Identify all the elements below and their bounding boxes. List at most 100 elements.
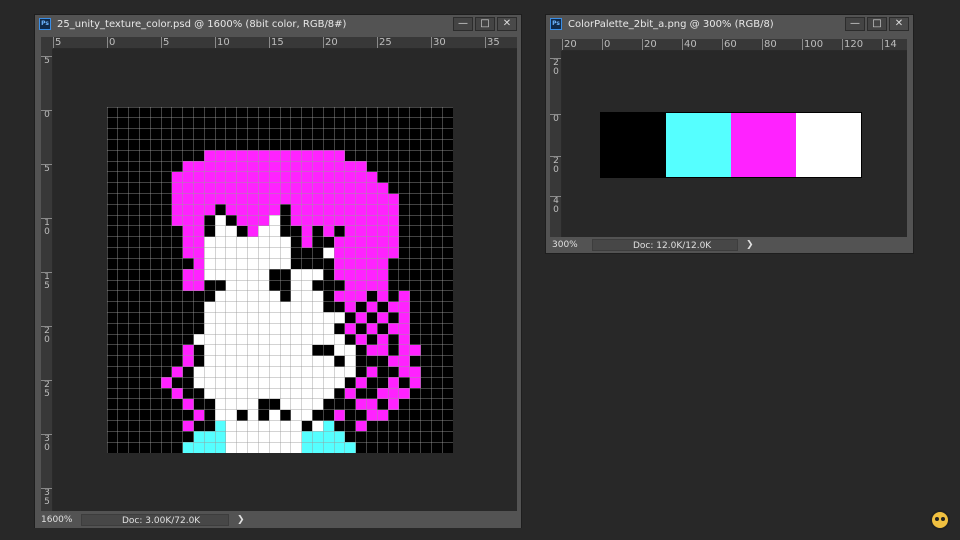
pixel[interactable] [161,225,172,237]
pixel[interactable] [236,409,248,421]
pixel[interactable] [355,301,367,313]
pixel[interactable] [193,204,205,216]
pixel[interactable] [225,139,237,151]
pixel[interactable] [128,161,140,172]
pixel[interactable] [334,409,345,421]
pixel[interactable] [247,269,259,280]
pixel[interactable] [182,366,194,378]
pixel[interactable] [247,193,259,205]
pixel[interactable] [312,323,324,335]
pixel[interactable] [269,150,280,162]
pixel[interactable] [344,323,356,335]
pixel[interactable] [182,258,194,270]
pixel[interactable] [107,355,118,367]
pixel[interactable] [334,388,345,399]
pixel[interactable] [420,128,432,140]
pixel[interactable] [355,377,367,389]
pixel[interactable] [312,182,324,194]
pixel[interactable] [290,409,302,421]
pixel[interactable] [258,247,270,259]
pixel[interactable] [442,150,453,162]
pixel[interactable] [182,442,194,453]
pixel[interactable] [128,215,140,226]
pixel[interactable] [269,409,280,421]
pixel[interactable] [312,269,324,280]
pixel[interactable] [409,366,421,378]
pixel[interactable] [409,377,421,389]
pixel[interactable] [225,117,237,129]
pixel[interactable] [182,225,194,237]
pixel[interactable] [215,355,226,367]
pixel[interactable] [301,182,313,194]
pixel[interactable] [204,171,216,183]
pixel[interactable] [258,117,270,129]
pixel[interactable] [215,171,226,183]
pixel[interactable] [355,442,367,453]
pixel[interactable] [204,398,216,410]
pixel[interactable] [334,161,345,172]
pixel[interactable] [171,150,183,162]
pixel[interactable] [323,269,335,280]
pixel[interactable] [215,398,226,410]
pixel[interactable] [161,280,172,291]
pixel[interactable] [431,355,443,367]
pixel[interactable] [301,409,313,421]
pixel[interactable] [388,161,399,172]
pixel[interactable] [355,107,367,118]
pixel[interactable] [409,225,421,237]
pixel[interactable] [150,247,162,259]
pixel[interactable] [280,377,291,389]
pixel[interactable] [420,301,432,313]
pixel[interactable] [409,280,421,291]
pixel[interactable] [128,355,140,367]
pixel[interactable] [128,269,140,280]
pixel[interactable] [344,193,356,205]
pixel[interactable] [431,247,443,259]
pixel[interactable] [225,161,237,172]
pixel[interactable] [280,193,291,205]
pixel[interactable] [355,388,367,399]
pixel[interactable] [258,269,270,280]
pixel[interactable] [442,334,453,345]
pixel[interactable] [269,420,280,432]
pixel[interactable] [334,128,345,140]
pixel[interactable] [323,150,335,162]
pixel[interactable] [355,215,367,226]
pixel[interactable] [117,344,129,356]
pixel[interactable] [258,182,270,194]
pixel[interactable] [366,431,378,443]
pixel[interactable] [204,269,216,280]
pixel[interactable] [355,150,367,162]
pixel[interactable] [171,431,183,443]
pixel[interactable] [344,377,356,389]
pixel[interactable] [117,182,129,194]
pixel[interactable] [139,280,151,291]
pixel[interactable] [215,301,226,313]
pixel[interactable] [139,344,151,356]
pixel[interactable] [161,323,172,335]
pixel[interactable] [182,117,194,129]
pixel[interactable] [388,420,399,432]
pixel[interactable] [182,388,194,399]
pixel[interactable] [204,204,216,216]
pixel[interactable] [258,171,270,183]
pixel[interactable] [193,182,205,194]
pixel[interactable] [117,193,129,205]
pixel[interactable] [377,236,389,248]
pixel[interactable] [420,150,432,162]
chevron-right-icon[interactable]: ❯ [746,240,754,250]
pixel[interactable] [312,117,324,129]
pixel[interactable] [290,420,302,432]
pixel[interactable] [409,301,421,313]
pixel[interactable] [344,236,356,248]
pixel[interactable] [117,420,129,432]
pixel[interactable] [344,225,356,237]
pixel[interactable] [258,323,270,335]
pixel[interactable] [355,280,367,291]
pixel[interactable] [258,442,270,453]
pixel[interactable] [366,280,378,291]
pixel[interactable] [117,258,129,270]
pixel[interactable] [442,247,453,259]
pixel[interactable] [150,117,162,129]
pixel[interactable] [225,355,237,367]
